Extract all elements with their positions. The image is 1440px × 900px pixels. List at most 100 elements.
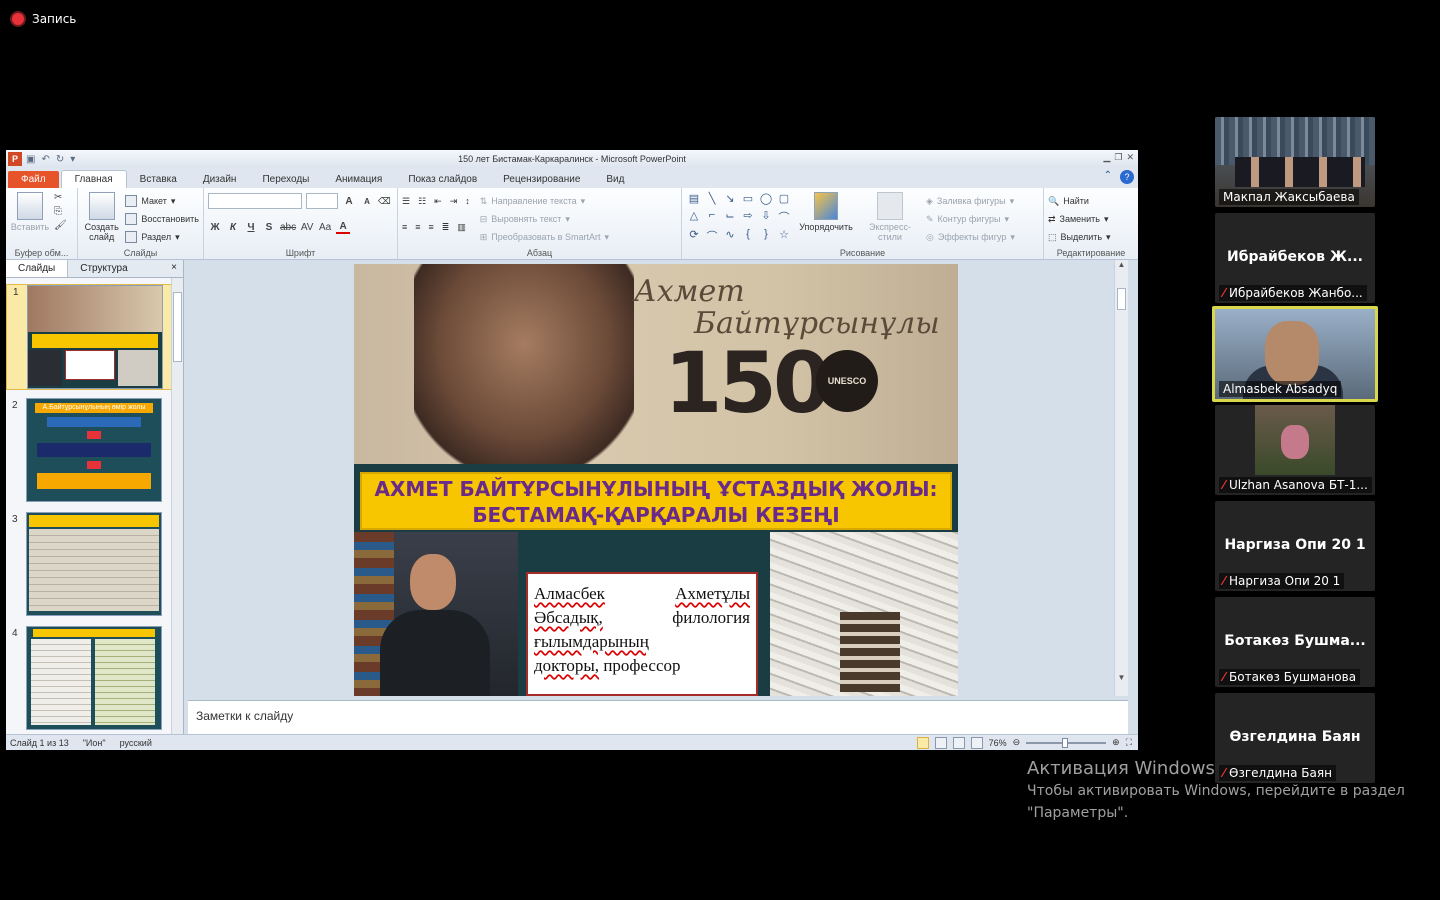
quick-styles-button[interactable]: Экспресс-стили	[860, 192, 920, 246]
align-left-icon[interactable]: ≡	[402, 222, 407, 232]
new-slide-button[interactable]: Создать слайд	[82, 192, 121, 246]
panel-close-icon[interactable]: ×	[165, 260, 183, 277]
help-icon[interactable]: ?	[1120, 170, 1134, 184]
undo-icon[interactable]: ↶	[41, 154, 49, 165]
participant-tile[interactable]: ⁄ Ulzhan Asanova БТ-1...	[1215, 405, 1375, 495]
star-shape-icon[interactable]: ☆	[776, 228, 792, 246]
brace-left-shape-icon[interactable]: {	[740, 228, 756, 246]
slide-thumb-4[interactable]: 4	[6, 626, 172, 732]
collapse-ribbon-icon[interactable]: ⌃	[1104, 170, 1112, 184]
zoom-out-icon[interactable]: ⊖	[1013, 737, 1021, 748]
elbow-shape-icon[interactable]: ⌙	[722, 209, 738, 227]
panel-scrollbar[interactable]	[171, 278, 183, 734]
reset-button[interactable]: Восстановить	[125, 210, 199, 228]
zoom-slider[interactable]	[1026, 737, 1107, 748]
find-button[interactable]: 🔍 Найти	[1048, 192, 1134, 210]
participant-tile[interactable]: Ибрайбеков Ж... ⁄ Ибрайбеков Жанбо...	[1215, 213, 1375, 303]
powerpoint-icon[interactable]: P	[8, 152, 22, 166]
reading-view-icon[interactable]	[952, 736, 965, 749]
tab-animation[interactable]: Анимация	[322, 171, 395, 188]
tab-view[interactable]: Вид	[593, 171, 637, 188]
select-button[interactable]: ⬚ Выделить ▾	[1048, 228, 1134, 246]
current-slide[interactable]: Ахмет Байтұрсынұлы 150 UNESCO АХМЕТ БАЙТ…	[354, 264, 958, 696]
zoom-slider-knob[interactable]	[1062, 737, 1069, 748]
underline-button[interactable]: Ч	[244, 222, 258, 233]
line-spacing-icon[interactable]: ↕	[465, 196, 470, 206]
wave-shape-icon[interactable]: ∿	[722, 228, 738, 246]
slide-thumb-3[interactable]: 3	[6, 512, 172, 618]
panel-scroll-thumb[interactable]	[173, 292, 182, 362]
participant-tile[interactable]: Наргиза Опи 20 1 ⁄ Наргиза Опи 20 1	[1215, 501, 1375, 591]
stage-scroll-thumb[interactable]	[1117, 288, 1126, 310]
curve-shape-icon[interactable]: ⌒	[776, 209, 792, 227]
layout-button[interactable]: Макет ▾	[125, 192, 199, 210]
section-button[interactable]: Раздел ▾	[125, 228, 199, 246]
cut-icon[interactable]: ✂	[54, 192, 67, 203]
slideshow-view-icon[interactable]	[970, 736, 983, 749]
grow-font-button[interactable]: A	[342, 196, 356, 207]
tab-transitions[interactable]: Переходы	[249, 171, 322, 188]
strike-button[interactable]: abc	[280, 222, 296, 233]
slide-thumb-1[interactable]: 1	[6, 284, 172, 390]
normal-view-icon[interactable]	[916, 736, 929, 749]
format-painter-icon[interactable]: 🖌	[54, 220, 67, 231]
tab-outline-panel[interactable]: Структура	[68, 260, 139, 277]
replace-button[interactable]: ⇄ Заменить ▾	[1048, 210, 1134, 228]
sorter-view-icon[interactable]	[934, 736, 947, 749]
rounded-rect-shape-icon[interactable]: ▢	[776, 192, 792, 207]
triangle-shape-icon[interactable]: △	[686, 209, 702, 227]
shape-fill-button[interactable]: ◈ Заливка фигуры ▾	[926, 192, 1015, 210]
shape-effects-button[interactable]: ◎ Эффекты фигур ▾	[926, 228, 1015, 246]
arrange-button[interactable]: Упорядочить	[798, 192, 854, 246]
tab-slideshow[interactable]: Показ слайдов	[395, 171, 490, 188]
right-arrow-shape-icon[interactable]: ⇨	[740, 209, 756, 227]
participant-tile[interactable]: Макпал Жаксыбаева	[1215, 117, 1375, 207]
theme-name[interactable]: "Ион"	[83, 738, 106, 748]
oval-shape-icon[interactable]: ◯	[758, 192, 774, 207]
redo-icon[interactable]: ↻	[56, 154, 64, 165]
scroll-up-icon[interactable]: ▲	[1115, 260, 1128, 269]
customize-qat-icon[interactable]: ▾	[70, 154, 75, 165]
spacing-button[interactable]: AV	[300, 222, 314, 233]
close-icon[interactable]: ✕	[1126, 152, 1134, 163]
change-case-button[interactable]: Aa	[318, 222, 332, 233]
numbering-icon[interactable]: ☷	[418, 196, 426, 207]
bold-button[interactable]: Ж	[208, 222, 222, 233]
clear-format-icon[interactable]: ⌫	[378, 196, 391, 207]
align-center-icon[interactable]: ≡	[415, 222, 420, 232]
connector-shape-icon[interactable]: ⌐	[704, 209, 720, 227]
zoom-in-icon[interactable]: ⊕	[1112, 737, 1120, 748]
align-text-button[interactable]: ⊟ Выровнять текст ▾	[480, 210, 609, 228]
participant-tile[interactable]: Ботакөз Бушма... ⁄ Ботакөз Бушманова	[1215, 597, 1375, 687]
brace-right-shape-icon[interactable]: }	[758, 228, 774, 246]
italic-button[interactable]: К	[226, 222, 240, 233]
font-name-select[interactable]	[208, 193, 302, 209]
notes-pane[interactable]: Заметки к слайду	[188, 700, 1128, 734]
tab-review[interactable]: Рецензирование	[490, 171, 593, 188]
tab-insert[interactable]: Вставка	[127, 171, 190, 188]
bullets-icon[interactable]: ☰	[402, 196, 410, 207]
tab-design[interactable]: Дизайн	[190, 171, 250, 188]
text-direction-button[interactable]: ⇅ Направление текста ▾	[480, 192, 609, 210]
arc-shape-icon[interactable]: ⌒	[704, 228, 720, 246]
line-shape-icon[interactable]: ╲	[704, 192, 720, 207]
font-size-select[interactable]	[306, 193, 338, 209]
smartart-button[interactable]: ⊞ Преобразовать в SmartArt ▾	[480, 228, 609, 246]
shape-outline-button[interactable]: ✎ Контур фигуры ▾	[926, 210, 1015, 228]
copy-icon[interactable]: ⎘	[54, 206, 67, 217]
justify-icon[interactable]: ≣	[442, 222, 450, 233]
columns-icon[interactable]: ▥	[457, 222, 466, 233]
save-icon[interactable]: ▣	[26, 154, 35, 165]
arrow-line-shape-icon[interactable]: ↘	[722, 192, 738, 207]
decrease-indent-icon[interactable]: ⇤	[434, 196, 442, 207]
align-right-icon[interactable]: ≡	[429, 222, 434, 232]
minimize-icon[interactable]: ▁	[1103, 152, 1110, 163]
textbox-shape-icon[interactable]: ▤	[686, 192, 702, 207]
tab-home[interactable]: Главная	[60, 170, 127, 188]
zoom-level[interactable]: 76%	[989, 738, 1007, 748]
down-arrow-shape-icon[interactable]: ⇩	[758, 209, 774, 227]
shapes-gallery[interactable]: ▤ ╲ ↘ ▭ ◯ ▢ △ ⌐ ⌙ ⇨ ⇩ ⌒ ⟳ ⌒ ∿ { } ☆	[686, 192, 792, 246]
rectangle-shape-icon[interactable]: ▭	[740, 192, 756, 207]
shrink-font-button[interactable]: A	[360, 197, 374, 206]
font-color-button[interactable]: A	[336, 221, 351, 234]
